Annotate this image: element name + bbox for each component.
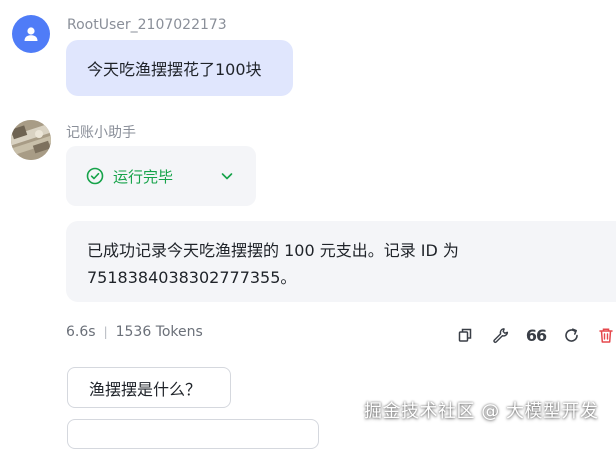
token-count: 1536 Tokens bbox=[115, 324, 203, 340]
trash-icon bbox=[599, 327, 613, 343]
chevron-down-icon bbox=[221, 173, 233, 180]
debug-button[interactable] bbox=[490, 325, 510, 345]
user-name: RootUser_2107022173 bbox=[67, 17, 227, 33]
run-status-toggle[interactable]: 运行完毕 bbox=[66, 146, 256, 206]
response-duration: 6.6s bbox=[66, 324, 96, 340]
bot-avatar[interactable] bbox=[11, 120, 51, 160]
meta-divider: | bbox=[103, 325, 108, 339]
delete-button[interactable] bbox=[596, 325, 616, 345]
suggested-question-button[interactable] bbox=[67, 419, 319, 449]
check-circle-icon bbox=[86, 167, 104, 185]
bot-name: 记账小助手 bbox=[66, 125, 136, 141]
bot-reply-line: 已成功记录今天吃渔摆摆的 100 元支出。记录 ID 为 bbox=[87, 241, 459, 260]
suggested-question-button[interactable]: 渔摆摆是什么？ bbox=[67, 367, 231, 408]
bot-reply-line: 7518384038302777355。 bbox=[87, 268, 297, 287]
bot-reply-bubble: 已成功记录今天吃渔摆摆的 100 元支出。记录 ID 为 75183840383… bbox=[66, 221, 616, 302]
bot-avatar-image bbox=[11, 120, 51, 160]
user-message-bubble: 今天吃渔摆摆花了100块 bbox=[66, 40, 293, 96]
copy-icon bbox=[458, 328, 472, 342]
quote-button[interactable]: 66 bbox=[526, 325, 547, 345]
user-avatar[interactable] bbox=[12, 15, 50, 53]
copy-button[interactable] bbox=[455, 325, 475, 345]
watermark: 掘金技术社区 @ 大模型开发 bbox=[364, 401, 599, 422]
user-icon bbox=[24, 27, 38, 41]
refresh-icon bbox=[564, 327, 578, 342]
run-status-label: 运行完毕 bbox=[113, 167, 174, 186]
regenerate-button[interactable] bbox=[561, 325, 581, 345]
wrench-icon bbox=[492, 327, 508, 343]
response-meta: 6.6s | 1536 Tokens bbox=[66, 324, 203, 340]
